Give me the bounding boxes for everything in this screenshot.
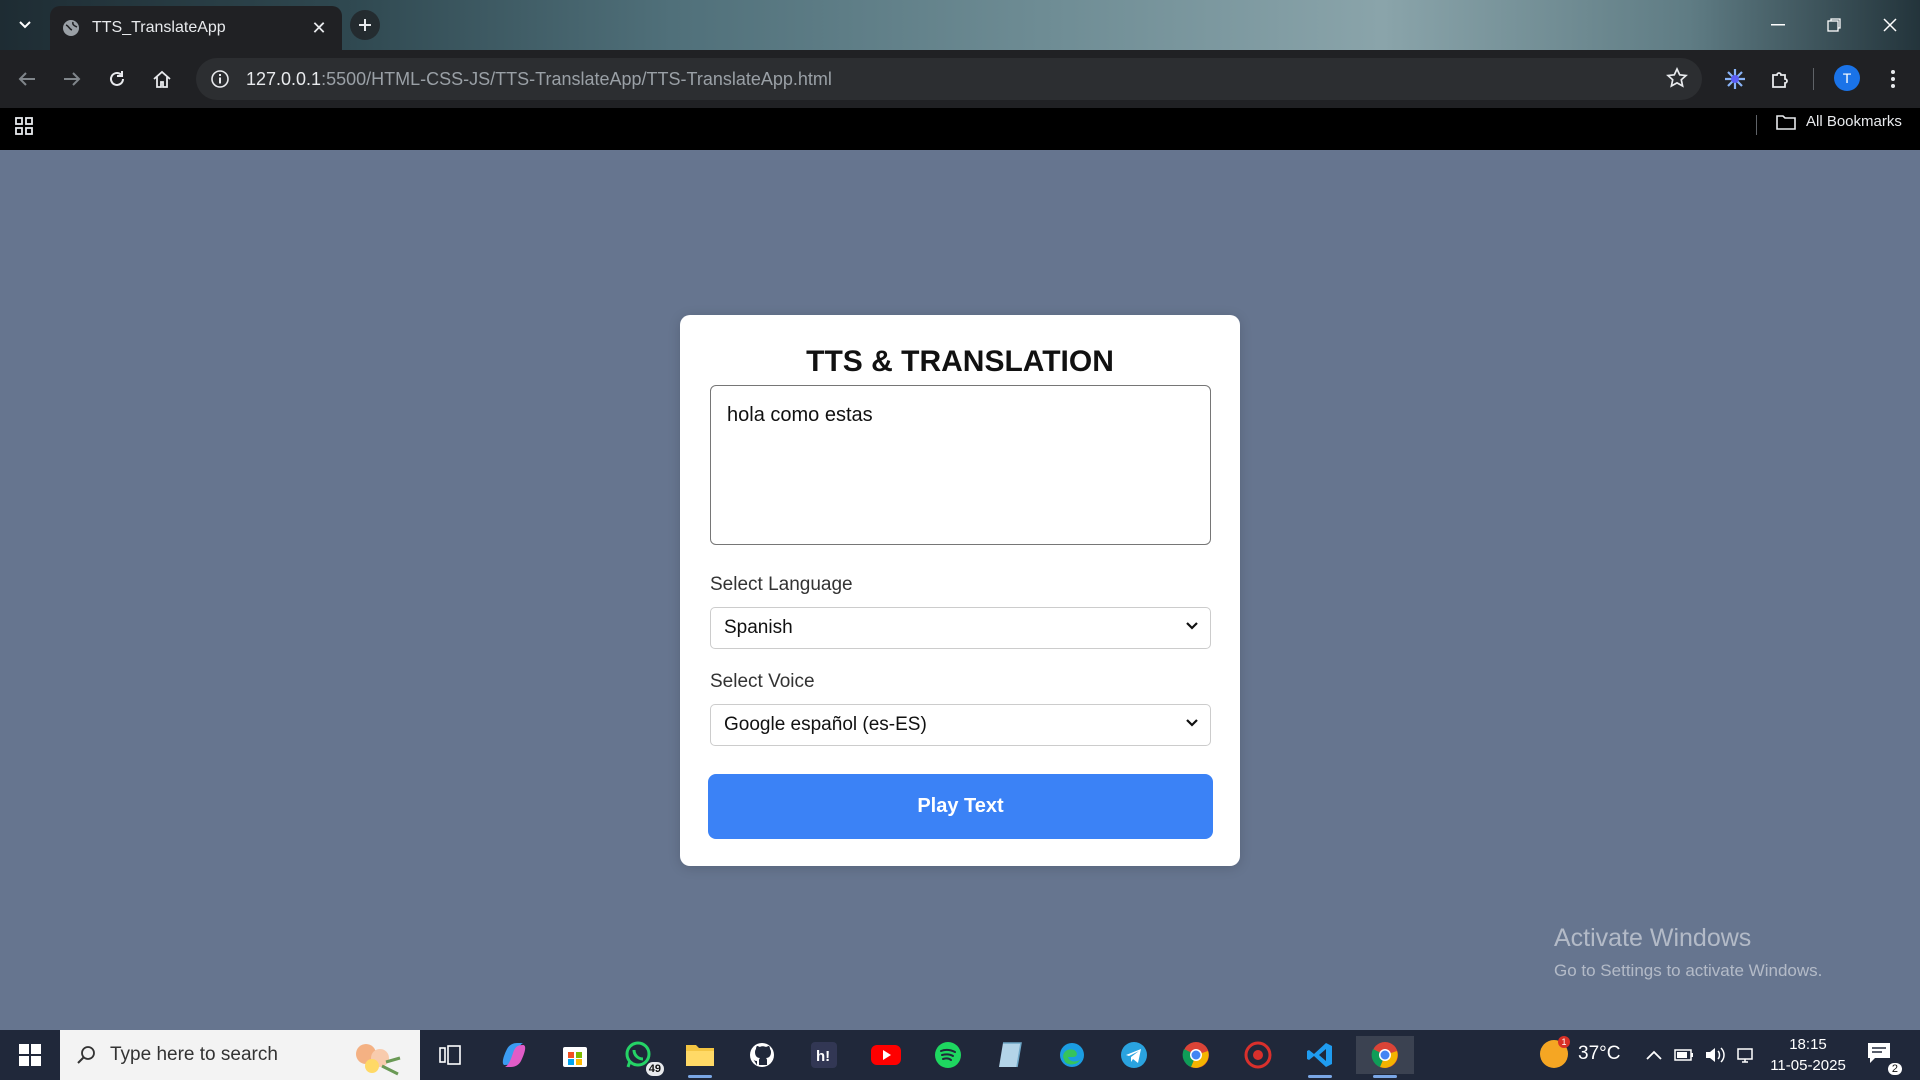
tab-title: TTS_TranslateApp [92,19,226,36]
whatsapp-icon[interactable]: 49 [618,1036,664,1076]
watermark-title: Activate Windows [1554,924,1752,952]
chrome-active-icon[interactable] [1356,1036,1414,1078]
minimize-icon [1771,24,1785,26]
start-button[interactable] [0,1030,60,1080]
taskbar-search[interactable]: Type here to search [60,1030,420,1080]
youtube-icon[interactable] [866,1036,906,1074]
chevron-down-icon [1186,622,1198,630]
site-info-icon[interactable] [208,67,232,91]
extension-snowflake-icon[interactable] [1718,62,1752,96]
text-input[interactable]: hola como estas [710,385,1211,545]
toolbar-separator [1813,68,1814,90]
whatsapp-badge: 49 [645,1062,664,1076]
github-icon[interactable] [742,1036,782,1074]
file-explorer-icon[interactable] [680,1036,720,1078]
temperature: 37°C [1578,1043,1621,1064]
url-text[interactable]: 127.0.0.1:5500/HTML-CSS-JS/TTS-Translate… [246,69,832,90]
close-window-button[interactable] [1862,0,1918,50]
close-icon [1883,18,1897,32]
play-text-button[interactable]: Play Text [708,774,1213,839]
voice-label: Select Voice [710,671,815,692]
telegram-icon[interactable] [1114,1036,1154,1074]
hackerearth-icon[interactable]: h! [804,1036,844,1074]
reload-icon [110,71,124,86]
vscode-icon[interactable] [1300,1036,1340,1078]
close-tab-icon[interactable]: ✕ [308,18,330,39]
home-icon [153,70,171,88]
profile-avatar[interactable]: T [1834,65,1860,91]
browser-toolbar: 127.0.0.1:5500/HTML-CSS-JS/TTS-Translate… [0,50,1920,108]
running-indicator [1373,1075,1397,1078]
notes-app-icon[interactable] [990,1036,1030,1074]
language-select-value: Spanish [724,617,793,638]
voice-select-value: Google español (es-ES) [724,714,927,735]
forward-arrow-icon [64,72,81,86]
new-tab-button[interactable] [350,10,380,40]
restore-icon [1827,18,1841,32]
home-button[interactable] [145,62,179,96]
weather-widget[interactable]: 1 37°C [1540,1036,1621,1068]
windows-logo-icon [19,1044,41,1066]
clock-date: 11-05-2025 [1770,1057,1846,1074]
battery-icon[interactable] [1674,1043,1694,1067]
notification-center-button[interactable]: 2 [1866,1041,1902,1075]
browser-tab[interactable]: TTS_TranslateApp ✕ [50,6,342,50]
search-highlight-icon [356,1044,401,1076]
forward-button[interactable] [55,62,89,96]
chrome-icon[interactable] [1176,1036,1216,1074]
language-select[interactable]: Spanish [710,607,1211,649]
globe-icon [63,20,79,36]
search-icon [77,1046,95,1064]
back-button[interactable] [10,62,44,96]
bookmarks-bar [0,108,1920,150]
antivirus-icon[interactable] [1238,1036,1278,1074]
edge-icon[interactable] [1052,1036,1092,1074]
notification-count: 2 [1887,1063,1902,1075]
voice-select[interactable]: Google español (es-ES) [710,704,1211,746]
show-hidden-icons[interactable] [1646,1043,1662,1067]
reload-button[interactable] [100,62,134,96]
display-icon[interactable] [1736,1043,1754,1067]
running-indicator [688,1075,712,1078]
activate-windows-watermark: Activate Windows Go to Settings to activ… [1554,924,1822,981]
page-title: TTS & TRANSLATION [806,345,1114,378]
minimize-button[interactable] [1750,0,1806,50]
watermark-subtitle: Go to Settings to activate Windows. [1554,961,1823,980]
spotify-icon[interactable] [928,1036,968,1074]
extensions-puzzle-icon[interactable] [1764,62,1798,96]
all-bookmarks-button[interactable]: All Bookmarks [1776,113,1902,130]
system-clock[interactable]: 18:15 11-05-2025 [1768,1034,1848,1076]
tab-search-button[interactable] [10,12,40,38]
copilot-icon[interactable] [494,1036,534,1074]
plus-icon [359,19,371,31]
all-bookmarks-label: All Bookmarks [1806,113,1902,130]
restore-button[interactable] [1806,0,1862,50]
bookmarks-separator [1756,115,1757,135]
volume-icon[interactable] [1704,1043,1726,1067]
folder-icon [1776,114,1796,130]
menu-more-icon[interactable] [1876,62,1910,96]
address-bar[interactable]: 127.0.0.1:5500/HTML-CSS-JS/TTS-Translate… [196,58,1702,100]
notification-icon [1868,1043,1890,1063]
language-label: Select Language [710,574,853,595]
back-arrow-icon [18,72,35,86]
svg-text:h!: h! [816,1048,830,1065]
tts-card: TTS & TRANSLATION hola como estas Select… [680,315,1240,866]
bookmark-star-icon[interactable] [1666,67,1688,89]
chevron-down-icon [1186,719,1198,727]
clock-time: 18:15 [1789,1036,1827,1053]
weather-sun-icon: 1 [1540,1036,1570,1068]
weather-alert-badge: 1 [1558,1036,1570,1048]
task-view-icon[interactable] [430,1036,470,1074]
chevron-up-icon [1646,1050,1662,1060]
running-indicator [1308,1075,1332,1078]
search-placeholder: Type here to search [110,1044,278,1065]
apps-grid-icon[interactable] [14,116,34,136]
chevron-down-icon [19,21,31,29]
microsoft-store-icon[interactable] [555,1036,595,1074]
